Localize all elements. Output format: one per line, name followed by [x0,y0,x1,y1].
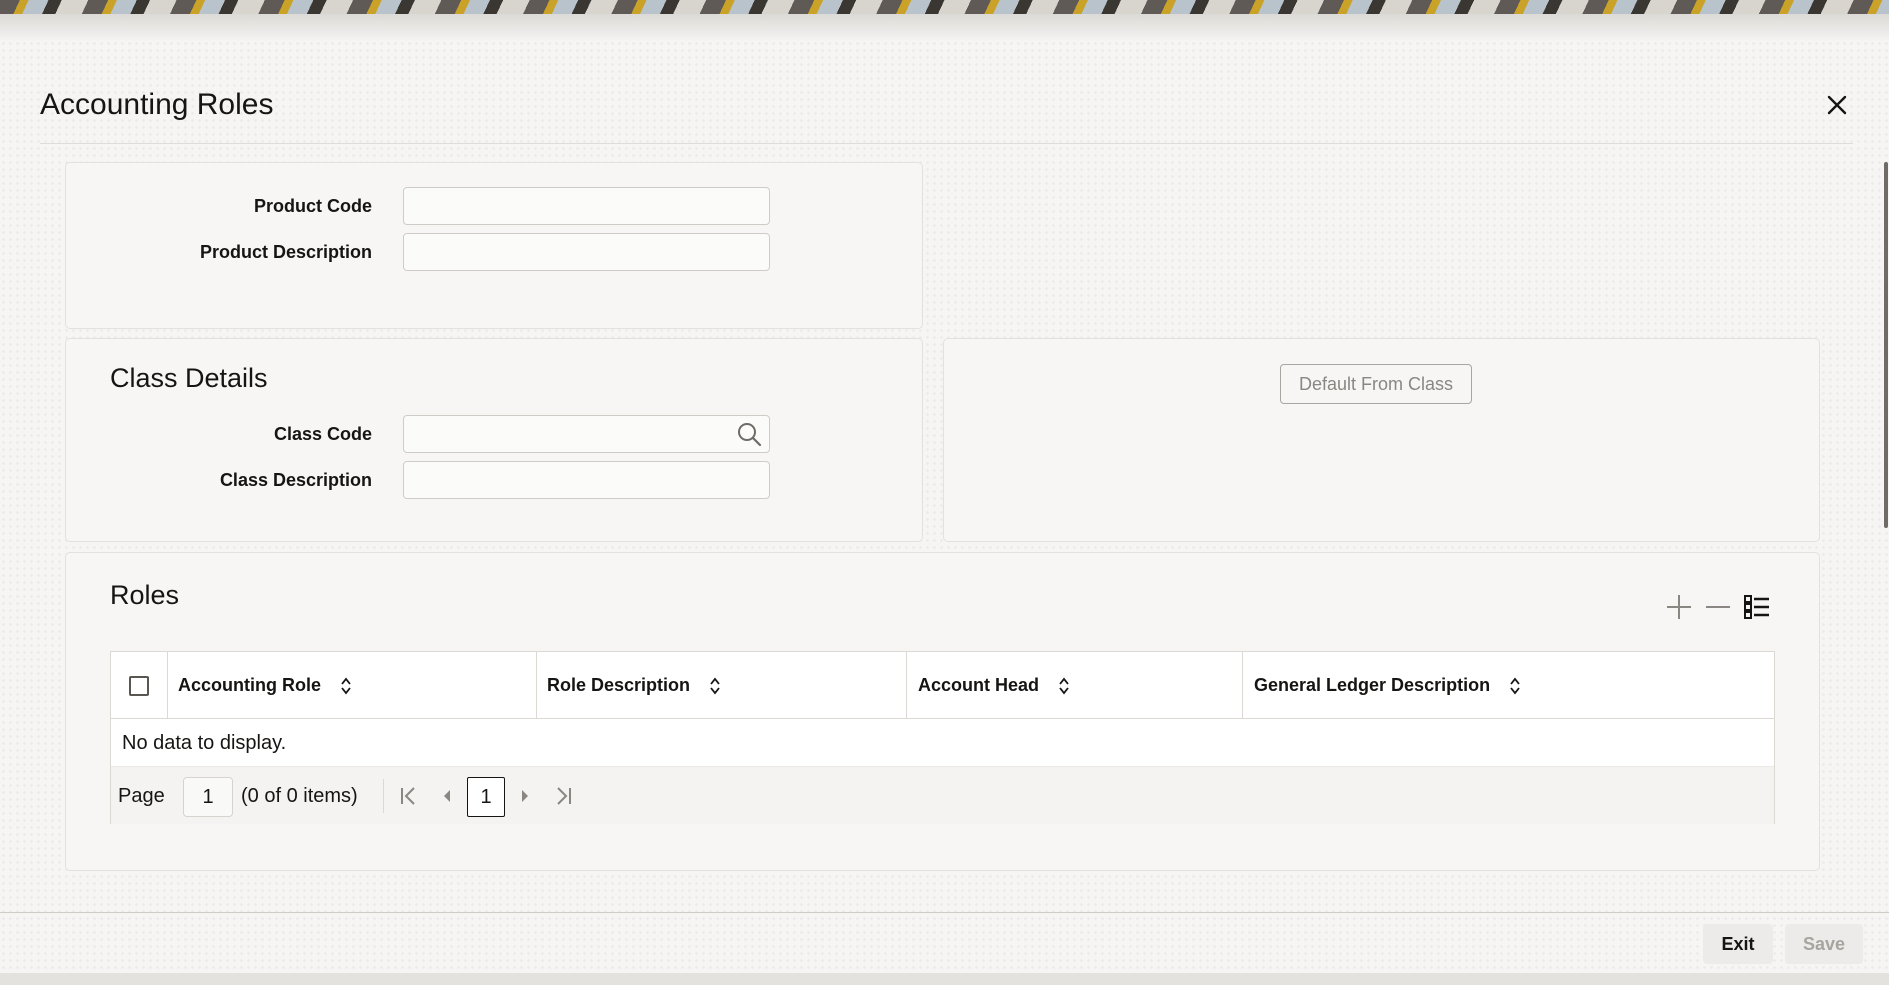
column-header-role-description[interactable]: Role Description [537,652,907,719]
empty-table-message: No data to display. [122,732,287,754]
column-header-general-ledger-description[interactable]: General Ledger Description [1243,652,1774,719]
column-header-accounting-role[interactable]: Accounting Role [168,652,537,719]
title-divider [40,143,1853,144]
footer-divider [0,912,1889,913]
next-page-icon [522,790,528,802]
column-label: Role Description [547,675,691,695]
class-code-label: Class Code [273,424,372,444]
roles-table: Accounting Role Role Description Account… [110,651,1775,824]
pagination-bar: Page (0 of 0 items) 1 [111,766,1774,824]
page-label: Page [118,785,165,807]
column-label: Account Head [918,675,1040,695]
minus-icon [1706,606,1730,608]
column-label: Accounting Role [178,675,321,695]
save-button[interactable]: Save [1785,924,1863,964]
next-page-button[interactable] [515,784,535,808]
banner-fade [0,14,1889,40]
roles-title: Roles [110,580,180,610]
page-title: Accounting Roles [40,88,274,121]
class-code-input[interactable] [403,415,770,453]
default-from-class-button[interactable]: Default From Class [1280,364,1472,404]
item-count: (0 of 0 items) [241,785,358,807]
scrollbar-thumb[interactable] [1884,162,1888,528]
last-page-button[interactable] [551,784,575,808]
select-all-column [111,652,168,719]
sort-icon[interactable] [708,676,722,696]
first-page-icon [401,787,415,805]
sort-icon[interactable] [339,676,353,696]
banner-strip [0,0,1889,14]
close-icon [1827,95,1847,115]
single-record-view-button[interactable] [1740,590,1774,624]
list-view-icon [1744,595,1769,619]
class-details-title: Class Details [110,363,268,393]
first-page-button[interactable] [397,784,421,808]
bottom-bar [0,973,1889,985]
class-description-input[interactable] [403,461,770,499]
class-description-label: Class Description [219,470,372,490]
column-label: General Ledger Description [1254,675,1491,695]
exit-button[interactable]: Exit [1703,924,1773,964]
sort-icon[interactable] [1508,676,1522,696]
plus-icon [1667,595,1691,619]
add-row-button[interactable] [1662,590,1696,624]
search-icon [738,423,762,447]
remove-row-button[interactable] [1701,590,1735,624]
table-header: Accounting Role Role Description Account… [111,652,1774,719]
page-number-input[interactable] [183,777,233,817]
select-all-checkbox[interactable] [129,675,149,696]
product-code-label: Product Code [253,196,372,216]
current-page-button[interactable]: 1 [467,777,505,817]
previous-page-button[interactable] [437,784,457,808]
product-description-label: Product Description [199,242,372,262]
class-code-search-button[interactable] [732,417,766,451]
close-button[interactable] [1820,88,1854,122]
product-code-input[interactable] [403,187,770,225]
pager-divider [383,779,384,813]
product-description-input[interactable] [403,233,770,271]
last-page-icon [557,787,571,805]
sort-icon[interactable] [1057,676,1071,696]
column-header-account-head[interactable]: Account Head [907,652,1243,719]
previous-page-icon [444,790,450,802]
